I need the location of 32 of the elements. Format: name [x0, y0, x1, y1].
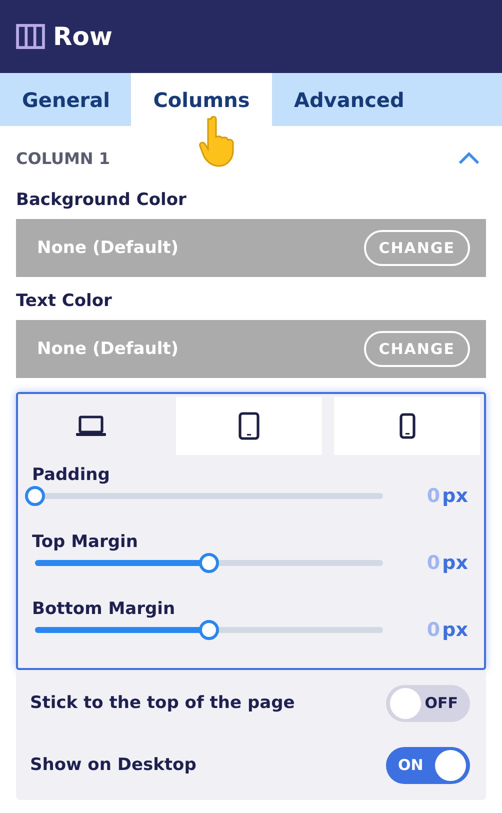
field-label: Text Color [16, 291, 113, 311]
tab[interactable]: General [0, 73, 131, 126]
value-number: 0 [426, 485, 440, 507]
slider-thumb[interactable] [199, 620, 219, 640]
panel-title: Row [53, 22, 113, 51]
value-unit: px [442, 619, 468, 641]
value-unit: px [442, 552, 468, 574]
columns-icon [16, 24, 45, 49]
slider-label: Bottom Margin [32, 599, 176, 619]
tab[interactable]: Advanced [272, 73, 426, 126]
color-value: None (Default) [37, 339, 179, 359]
chevron-icon[interactable] [458, 152, 480, 164]
device-tab[interactable] [176, 397, 322, 455]
pointer-hand-icon [197, 115, 237, 167]
toggle-switch[interactable]: ON [386, 746, 470, 784]
value-number: 0 [426, 619, 440, 641]
value-number: 0 [426, 552, 440, 574]
field-label: Background Color [16, 190, 188, 210]
slider-label: Top Margin [32, 532, 139, 552]
section-title: COLUMN 1 [16, 148, 110, 168]
tablet-icon [238, 412, 260, 440]
slider-thumb[interactable] [199, 553, 219, 573]
laptop-icon [75, 414, 107, 438]
toggle-label: Show on Desktop [30, 755, 196, 775]
toggle-label: Stick to the top of the page [30, 693, 295, 713]
toggle-switch[interactable]: OFF [386, 684, 470, 722]
value-unit: px [442, 485, 468, 507]
slider-label: Padding [32, 465, 111, 485]
tab[interactable]: Columns [131, 73, 272, 126]
slider-thumb[interactable] [25, 486, 45, 506]
color-value: None (Default) [37, 238, 179, 258]
phone-icon [398, 413, 416, 439]
